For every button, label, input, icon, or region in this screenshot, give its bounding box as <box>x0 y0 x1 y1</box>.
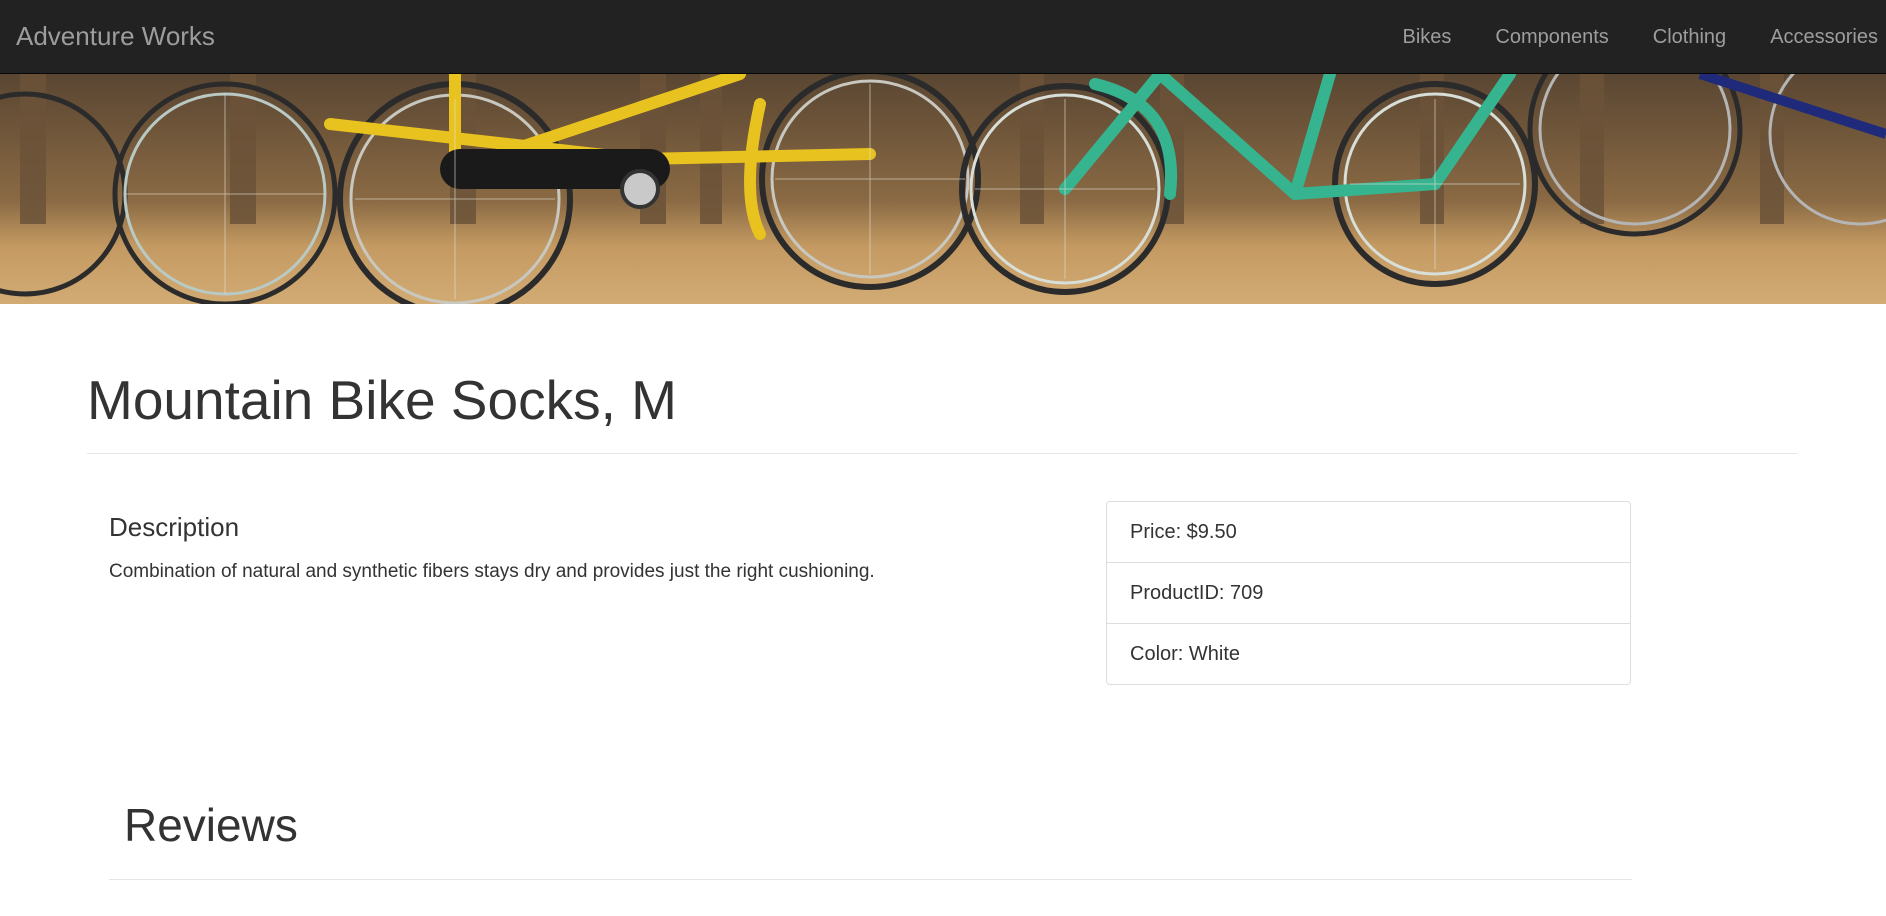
nav-item-accessories: Accessories <box>1748 0 1886 74</box>
color-item: Color: White <box>1106 623 1631 685</box>
hero-banner <box>0 74 1886 304</box>
product-id-item: ProductID: 709 <box>1106 562 1631 624</box>
nav-link-components[interactable]: Components <box>1473 0 1630 74</box>
product-title: Mountain Bike Socks, M <box>87 369 677 431</box>
price-item: Price: $9.50 <box>1106 501 1631 563</box>
page-header: Mountain Bike Socks, M <box>87 370 1797 454</box>
reviews-section: Reviews <box>109 800 1632 880</box>
nav-item-components: Components <box>1473 0 1630 74</box>
description-text: Combination of natural and synthetic fib… <box>109 561 875 582</box>
nav-link-bikes[interactable]: Bikes <box>1380 0 1473 74</box>
bicycles-banner-image <box>0 74 1886 304</box>
nav-menu: Bikes Components Clothing Accessories <box>1380 0 1886 74</box>
brand-link[interactable]: Adventure Works <box>16 19 215 53</box>
nav-item-clothing: Clothing <box>1631 0 1748 74</box>
nav-link-clothing[interactable]: Clothing <box>1631 0 1748 74</box>
nav-link-accessories[interactable]: Accessories <box>1748 0 1886 74</box>
description-heading: Description <box>109 512 240 542</box>
description-section: Description Combination of natural and s… <box>109 512 899 587</box>
top-navbar: Adventure Works Bikes Components Clothin… <box>0 0 1886 74</box>
nav-item-bikes: Bikes <box>1380 0 1473 74</box>
product-details-list: Price: $9.50 ProductID: 709 Color: White <box>1106 501 1631 685</box>
reviews-heading: Reviews <box>124 799 298 851</box>
